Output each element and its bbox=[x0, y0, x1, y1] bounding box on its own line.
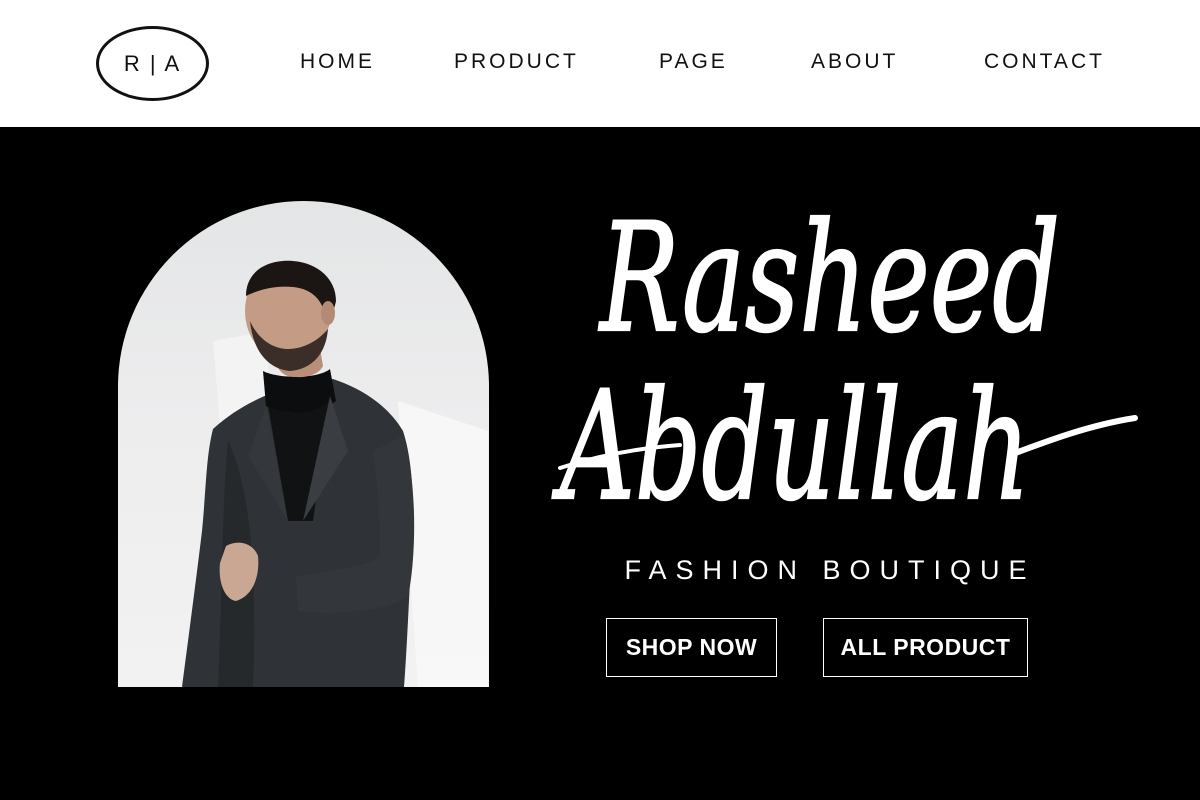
all-product-button[interactable]: ALL PRODUCT bbox=[823, 618, 1028, 677]
nav-item-page[interactable]: PAGE bbox=[659, 50, 728, 74]
nav-item-contact[interactable]: CONTACT bbox=[984, 50, 1105, 74]
tagline: FASHION BOUTIQUE bbox=[624, 555, 1036, 585]
nav-item-product[interactable]: PRODUCT bbox=[454, 50, 579, 74]
logo-text: R | A bbox=[123, 50, 182, 76]
site-header: R | A HOME PRODUCT PAGE ABOUT CONTACT bbox=[0, 0, 1200, 127]
nav-item-home[interactable]: HOME bbox=[300, 50, 375, 74]
logo[interactable]: R | A bbox=[96, 26, 209, 101]
model-figure-illustration bbox=[182, 260, 488, 687]
shop-now-button[interactable]: SHOP NOW bbox=[606, 618, 777, 677]
model-portrait-image bbox=[118, 201, 489, 687]
nav-item-about[interactable]: ABOUT bbox=[811, 50, 898, 74]
